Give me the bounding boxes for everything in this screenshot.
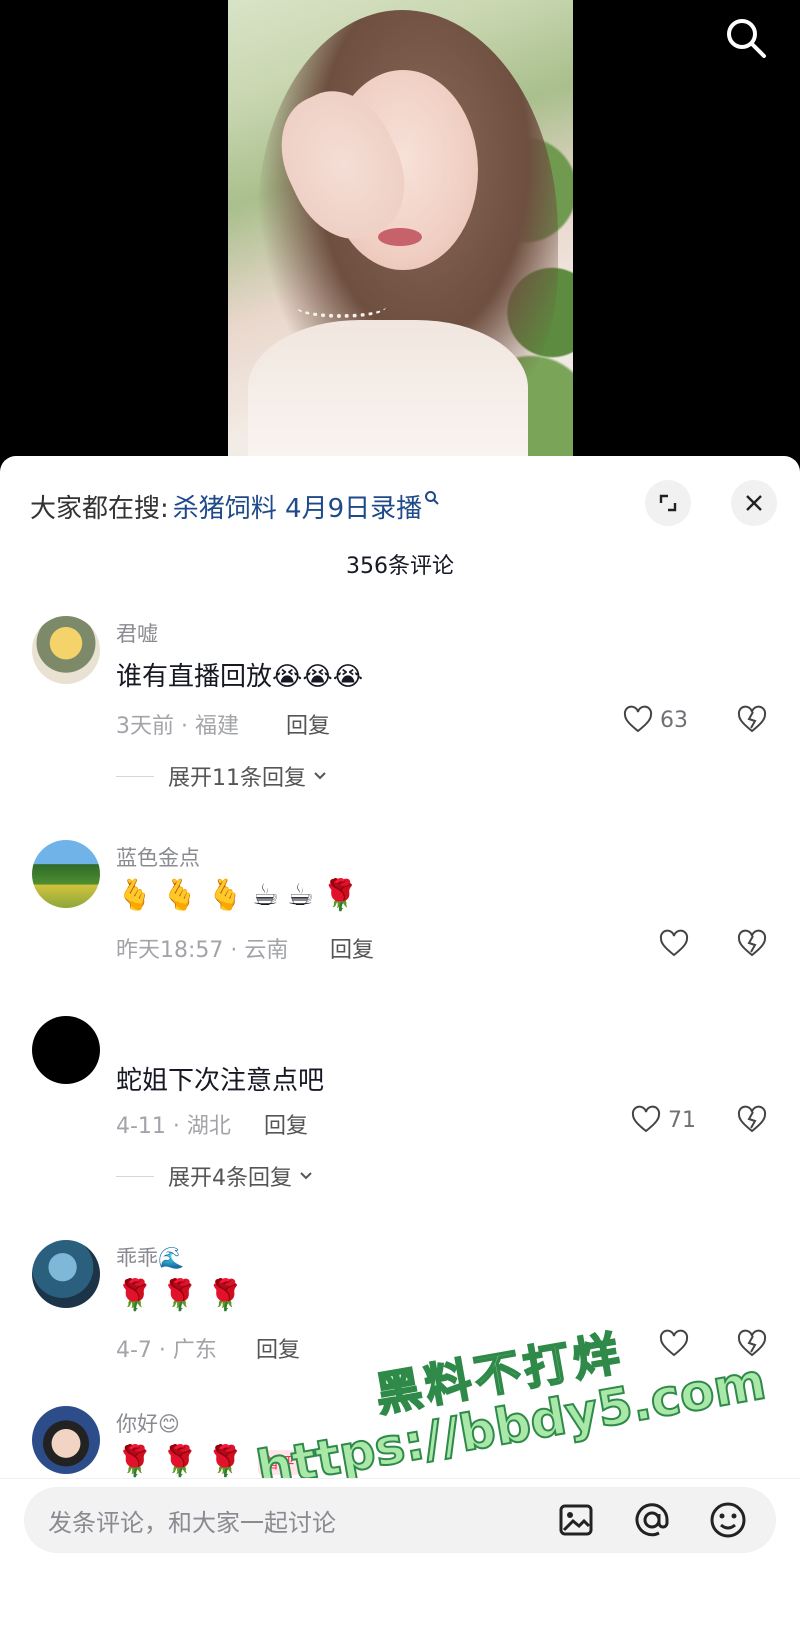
broken-heart-icon — [737, 1105, 767, 1133]
dislike-button[interactable] — [736, 1104, 768, 1136]
comment-text: 🫰🫰🫰☕☕🌹 — [116, 878, 368, 913]
heart-icon — [659, 929, 689, 957]
reply-button[interactable]: 回复 — [264, 1108, 308, 1140]
comment-meta: 4-11 · 湖北 — [116, 1114, 231, 1139]
reply-button[interactable]: 回复 — [286, 708, 330, 740]
search-icon[interactable] — [722, 14, 770, 62]
comment-meta: 4-7 · 广东 — [116, 1338, 217, 1363]
avatar[interactable] — [32, 840, 100, 908]
comment-text: 谁有直播回放😭😭😭 — [116, 662, 364, 692]
chevron-down-icon — [300, 1172, 312, 1180]
comment-author[interactable]: 君嘘 — [116, 618, 158, 648]
video-subject-necklace — [296, 296, 386, 318]
hot-search-prefix: 大家都在搜: — [30, 493, 169, 524]
like-button[interactable] — [658, 1328, 690, 1360]
like-button[interactable] — [658, 928, 690, 960]
comment-input[interactable]: 发条评论，和大家一起讨论 — [24, 1487, 776, 1553]
broken-heart-icon — [737, 929, 767, 957]
comment-author[interactable]: 乖乖🌊 — [116, 1242, 184, 1272]
comment-sheet: 大家都在搜: 杀猪饲料 4月9日录播 356条评论 君嘘 谁有直播回放😭😭😭 3… — [0, 456, 800, 1634]
comment-text: 🌹🌹🌹 — [116, 1444, 253, 1479]
video-subject-lips — [378, 228, 422, 246]
avatar[interactable] — [32, 616, 100, 684]
comment-text-row: 🌹🌹🌹 首评 — [116, 1444, 301, 1479]
avatar[interactable] — [32, 1016, 100, 1084]
avatar[interactable] — [32, 1406, 100, 1474]
reply-button[interactable]: 回复 — [256, 1332, 300, 1364]
dislike-button[interactable] — [736, 1328, 768, 1360]
comment-author[interactable]: 蓝色金点 — [116, 842, 200, 872]
comment-count: 356条评论 — [346, 554, 454, 579]
heart-icon — [623, 705, 653, 733]
divider — [116, 1175, 154, 1177]
heart-icon — [659, 1329, 689, 1357]
comment-meta: 昨天18:57 · 云南 — [116, 938, 289, 963]
comment-input-placeholder[interactable]: 发条评论，和大家一起讨论 — [48, 1503, 556, 1538]
hot-search-banner[interactable]: 大家都在搜: 杀猪饲料 4月9日录播 — [30, 486, 440, 526]
reply-button[interactable]: 回复 — [330, 932, 374, 964]
comment-composer: 发条评论，和大家一起讨论 — [0, 1478, 800, 1634]
like-count: 63 — [660, 707, 688, 733]
like-button[interactable]: 63 — [622, 704, 688, 736]
chevron-down-icon — [314, 772, 326, 780]
emoji-icon[interactable] — [708, 1500, 748, 1540]
divider — [116, 775, 154, 777]
expand-replies-button[interactable]: 展开4条回复 — [116, 1160, 314, 1192]
expand-replies-label: 展开11条回复 — [168, 766, 306, 791]
comment-meta: 3天前 · 福建 — [116, 714, 239, 739]
close-icon[interactable] — [731, 480, 777, 526]
broken-heart-icon — [737, 705, 767, 733]
broken-heart-icon — [737, 1329, 767, 1357]
video-frame — [228, 0, 573, 470]
video-player[interactable] — [0, 0, 800, 470]
avatar[interactable] — [32, 1240, 100, 1308]
hot-search-query[interactable]: 杀猪饲料 4月9日录播 — [173, 488, 422, 525]
expand-replies-button[interactable]: 展开11条回复 — [116, 760, 328, 792]
dislike-button[interactable] — [736, 704, 768, 736]
image-icon[interactable] — [556, 1500, 596, 1540]
at-icon[interactable] — [632, 1500, 672, 1540]
like-button[interactable]: 71 — [630, 1104, 696, 1136]
first-comment-badge: 首评 — [258, 1450, 301, 1475]
comment-text: 蛇姐下次注意点吧 — [116, 1066, 325, 1096]
heart-icon — [631, 1105, 661, 1133]
hot-search-magnifier-icon — [425, 491, 439, 505]
video-subject-body — [248, 320, 528, 470]
like-count: 71 — [668, 1107, 696, 1133]
expand-replies-label: 展开4条回复 — [168, 1166, 292, 1191]
comment-author[interactable]: 你好😊 — [116, 1408, 180, 1438]
comment-text: 🌹🌹🌹 — [116, 1278, 253, 1313]
expand-icon[interactable] — [645, 480, 691, 526]
dislike-button[interactable] — [736, 928, 768, 960]
